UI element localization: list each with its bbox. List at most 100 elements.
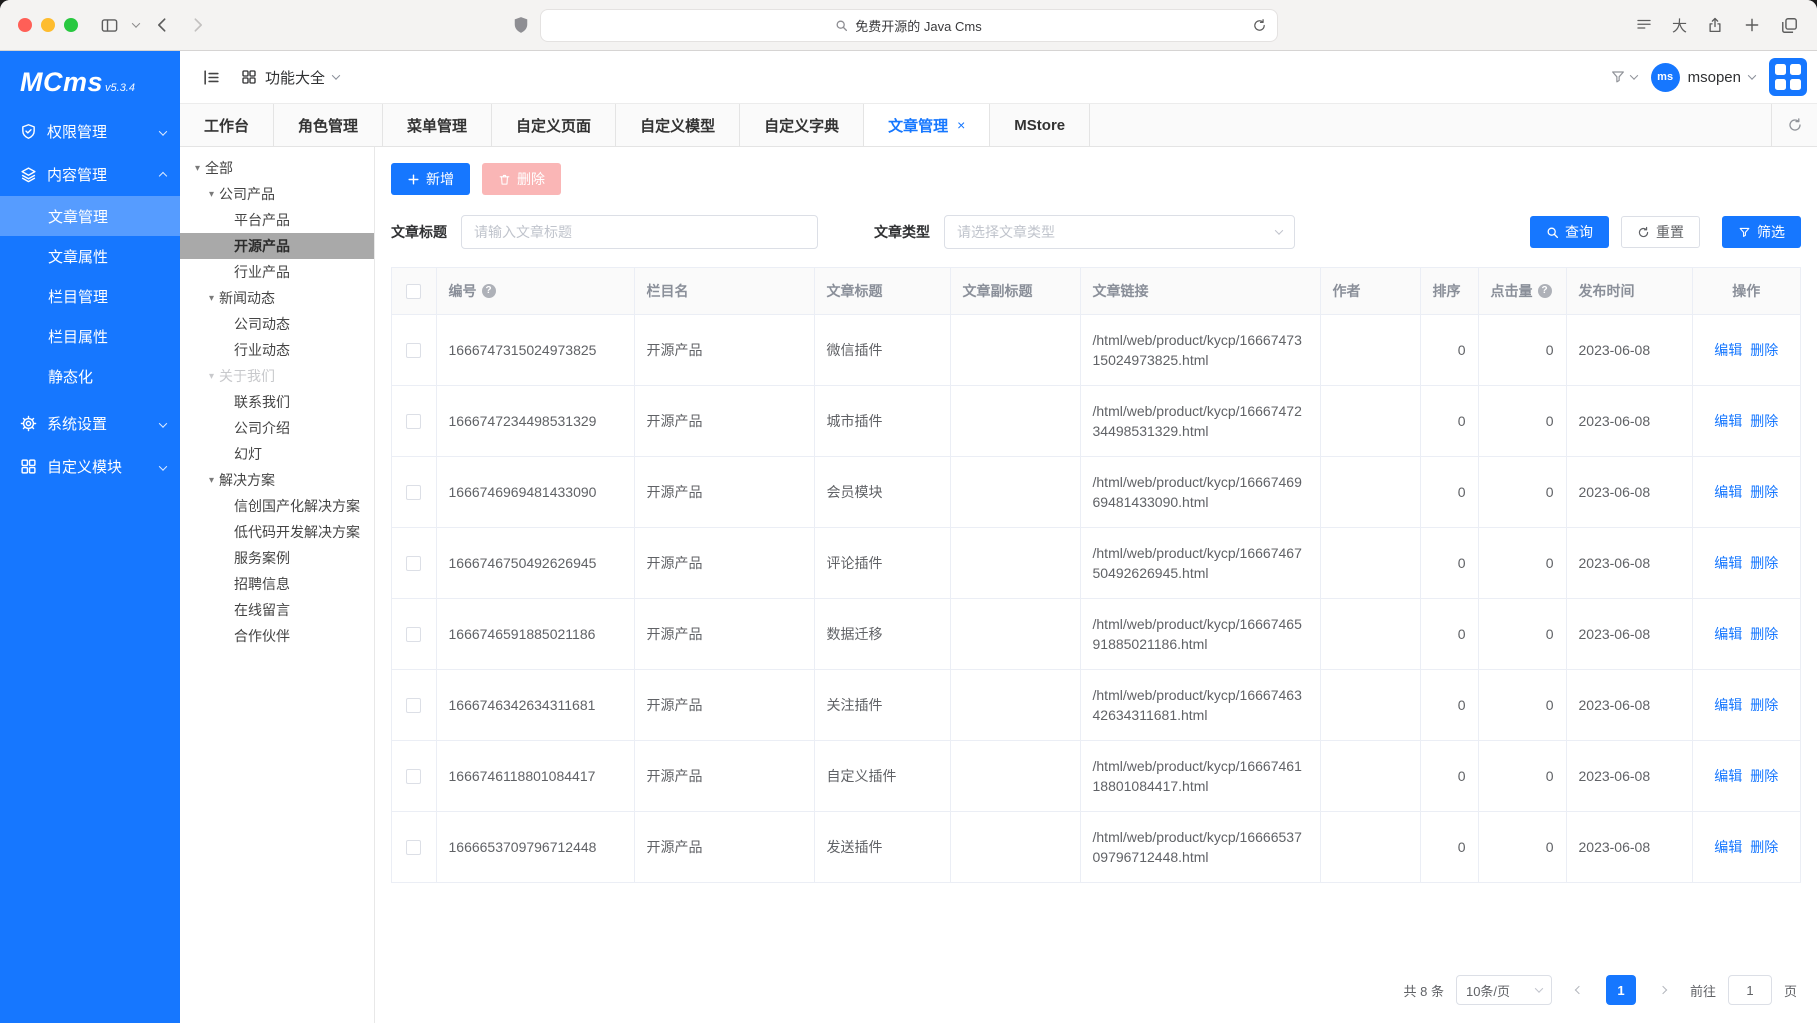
sidebar-item-permission-management[interactable]: 权限管理	[0, 110, 180, 153]
sidebar-subitem-static-generation[interactable]: 静态化	[0, 356, 180, 396]
add-button[interactable]: 新增	[391, 163, 470, 195]
privacy-shield-icon[interactable]	[511, 14, 531, 36]
share-icon[interactable]	[1706, 15, 1724, 35]
tree-item-opensource-products[interactable]: 开源产品	[180, 233, 374, 259]
tree-item-service-cases[interactable]: 服务案例	[180, 545, 374, 571]
table-row: 1666746118801084417 开源产品 自定义插件 /html/web…	[392, 740, 1800, 811]
row-checkbox[interactable]	[406, 343, 421, 358]
tab-custom-page[interactable]: 自定义页面	[492, 104, 616, 146]
tree-item-solutions[interactable]: 解决方案	[180, 467, 374, 493]
tree-item-all[interactable]: 全部	[180, 155, 374, 181]
delete-link[interactable]: 删除	[1750, 626, 1778, 642]
edit-link[interactable]: 编辑	[1714, 839, 1742, 855]
refresh-tab-button[interactable]	[1771, 104, 1817, 146]
prev-page-button[interactable]	[1564, 975, 1594, 1005]
back-button[interactable]	[153, 15, 173, 35]
select-all-checkbox[interactable]	[406, 284, 421, 299]
tree-item-online-message[interactable]: 在线留言	[180, 597, 374, 623]
fullscreen-window-button[interactable]	[64, 18, 78, 32]
tab-workbench[interactable]: 工作台	[180, 104, 274, 146]
current-page-button[interactable]: 1	[1606, 975, 1636, 1005]
minimize-window-button[interactable]	[41, 18, 55, 32]
sidebar-subitem-article-attributes[interactable]: 文章属性	[0, 236, 180, 276]
sidebar-subitem-category-management[interactable]: 栏目管理	[0, 276, 180, 316]
tree-label: 信创国产化解决方案	[234, 496, 360, 516]
tree-item-platform-products[interactable]: 平台产品	[180, 207, 374, 233]
tree-item-lowcode-solution[interactable]: 低代码开发解决方案	[180, 519, 374, 545]
tab-custom-model[interactable]: 自定义模型	[616, 104, 740, 146]
forward-button[interactable]	[187, 15, 207, 35]
page-zoom-icon[interactable]	[1672, 15, 1687, 36]
sidebar-item-system-settings[interactable]: 系统设置	[0, 402, 180, 445]
tab-article-management[interactable]: 文章管理	[864, 104, 990, 146]
reload-icon[interactable]	[1252, 18, 1267, 33]
cell-title: 评论插件	[814, 527, 950, 598]
tree-item-slides[interactable]: 幻灯	[180, 441, 374, 467]
tree-item-partners[interactable]: 合作伙伴	[180, 623, 374, 649]
tree-item-industry-news[interactable]: 行业动态	[180, 337, 374, 363]
row-checkbox[interactable]	[406, 556, 421, 571]
toolbar-chevron-down-icon[interactable]	[133, 22, 139, 28]
sidebar-subitem-article-management[interactable]: 文章管理	[0, 196, 180, 236]
tree-item-company-news[interactable]: 公司动态	[180, 311, 374, 337]
tree-item-about-us[interactable]: 关于我们	[180, 363, 374, 389]
edit-link[interactable]: 编辑	[1714, 484, 1742, 500]
sidebar-subitem-category-attributes[interactable]: 栏目属性	[0, 316, 180, 356]
article-type-select[interactable]: 请选择文章类型	[944, 215, 1295, 249]
delete-button[interactable]: 删除	[482, 163, 561, 195]
sidebar-item-custom-modules[interactable]: 自定义模块	[0, 445, 180, 488]
delete-link[interactable]: 删除	[1750, 342, 1778, 358]
reader-icon[interactable]	[1635, 16, 1653, 34]
sidebar-toggle-icon[interactable]	[100, 16, 119, 35]
filter-button[interactable]: 筛选	[1722, 216, 1801, 248]
header-filter-button[interactable]	[1610, 69, 1637, 85]
edit-link[interactable]: 编辑	[1714, 413, 1742, 429]
menu-collapse-icon[interactable]	[202, 68, 221, 87]
row-checkbox[interactable]	[406, 698, 421, 713]
search-button[interactable]: 查询	[1530, 216, 1609, 248]
edit-link[interactable]: 编辑	[1714, 768, 1742, 784]
row-checkbox[interactable]	[406, 627, 421, 642]
tree-item-recruitment[interactable]: 招聘信息	[180, 571, 374, 597]
tree-item-company-intro[interactable]: 公司介绍	[180, 415, 374, 441]
delete-link[interactable]: 删除	[1750, 413, 1778, 429]
user-menu[interactable]: ms msopen	[1651, 63, 1755, 92]
delete-link[interactable]: 删除	[1750, 555, 1778, 571]
close-window-button[interactable]	[18, 18, 32, 32]
page-size-select[interactable]: 10条/页	[1456, 975, 1552, 1005]
tree-item-xinchuang-solution[interactable]: 信创国产化解决方案	[180, 493, 374, 519]
row-checkbox[interactable]	[406, 485, 421, 500]
apps-launcher-button[interactable]	[1769, 58, 1807, 96]
article-title-input[interactable]	[461, 215, 818, 249]
edit-link[interactable]: 编辑	[1714, 555, 1742, 571]
delete-link[interactable]: 删除	[1750, 697, 1778, 713]
next-page-button[interactable]	[1648, 975, 1678, 1005]
edit-link[interactable]: 编辑	[1714, 697, 1742, 713]
tab-mstore[interactable]: MStore	[990, 104, 1090, 146]
delete-link[interactable]: 删除	[1750, 839, 1778, 855]
function-menu-switch[interactable]: 功能大全	[241, 67, 339, 88]
row-checkbox[interactable]	[406, 769, 421, 784]
tab-role-management[interactable]: 角色管理	[274, 104, 383, 146]
close-tab-icon[interactable]	[957, 118, 965, 132]
tree-item-company-products[interactable]: 公司产品	[180, 181, 374, 207]
edit-link[interactable]: 编辑	[1714, 342, 1742, 358]
reset-button[interactable]: 重置	[1621, 216, 1700, 248]
tree-item-industry-products[interactable]: 行业产品	[180, 259, 374, 285]
tab-menu-management[interactable]: 菜单管理	[383, 104, 492, 146]
help-icon[interactable]	[1538, 284, 1552, 298]
tab-overview-icon[interactable]	[1780, 16, 1799, 35]
delete-link[interactable]: 删除	[1750, 768, 1778, 784]
row-checkbox[interactable]	[406, 414, 421, 429]
tree-item-contact-us[interactable]: 联系我们	[180, 389, 374, 415]
row-checkbox[interactable]	[406, 840, 421, 855]
address-bar[interactable]: 免费开源的 Java Cms	[540, 9, 1278, 42]
delete-link[interactable]: 删除	[1750, 484, 1778, 500]
help-icon[interactable]	[482, 284, 496, 298]
edit-link[interactable]: 编辑	[1714, 626, 1742, 642]
tree-item-news[interactable]: 新闻动态	[180, 285, 374, 311]
sidebar-item-content-management[interactable]: 内容管理	[0, 153, 180, 196]
goto-page-input[interactable]	[1728, 975, 1772, 1005]
new-tab-icon[interactable]	[1743, 16, 1761, 34]
tab-custom-dictionary[interactable]: 自定义字典	[740, 104, 864, 146]
